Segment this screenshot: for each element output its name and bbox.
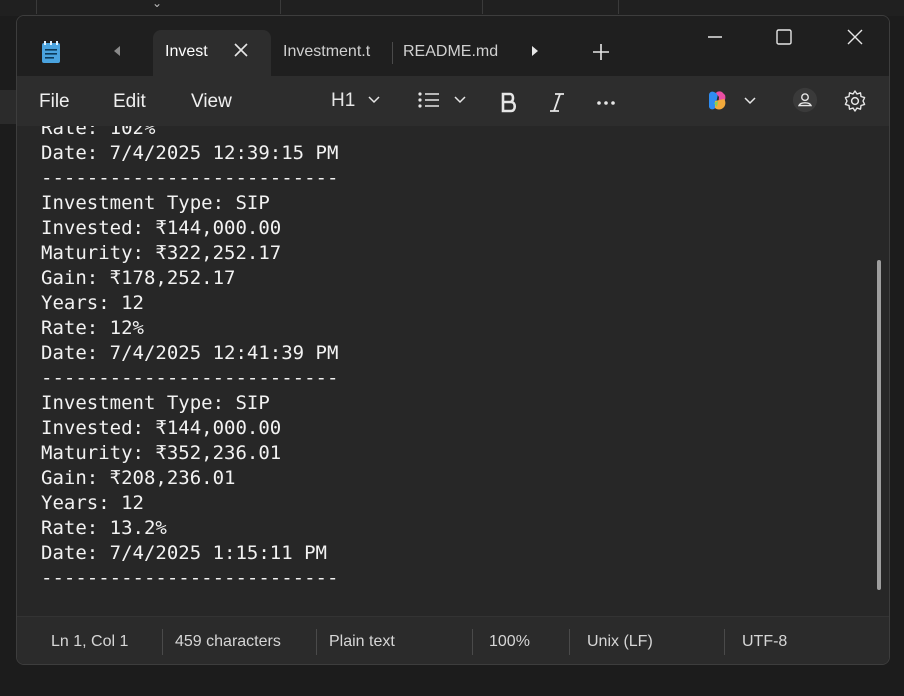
text-line: -------------------------- bbox=[41, 567, 339, 589]
bold-icon[interactable] bbox=[499, 90, 519, 116]
bulleted-list-icon bbox=[418, 92, 439, 108]
text-line: Years: 12 bbox=[41, 292, 144, 314]
text-line: Invested: ₹144,000.00 bbox=[41, 417, 282, 439]
text-line: Date: 7/4/2025 1:15:11 PM bbox=[41, 542, 327, 564]
text-editor[interactable]: Rate: 102% Date: 7/4/2025 12:39:15 PM ----… bbox=[17, 126, 889, 616]
status-character-count: 459 characters bbox=[175, 633, 281, 650]
menu-file[interactable]: File bbox=[39, 91, 70, 113]
scroll-tabs-left-button[interactable] bbox=[107, 43, 127, 63]
triangle-left-icon bbox=[114, 46, 120, 56]
background-window-edge bbox=[0, 90, 16, 124]
background-taskbar-strip: ⌄ bbox=[0, 0, 904, 16]
text-line: Years: 12 bbox=[41, 492, 144, 514]
text-line: Gain: ₹178,252.17 bbox=[41, 267, 236, 289]
status-divider bbox=[162, 629, 163, 655]
triangle-right-icon bbox=[532, 46, 538, 56]
copilot-icon bbox=[709, 91, 726, 110]
text-line: Rate: 12% bbox=[41, 317, 144, 339]
status-encoding[interactable]: UTF-8 bbox=[742, 633, 787, 651]
status-cursor-position[interactable]: Ln 1, Col 1 bbox=[51, 633, 128, 651]
editor-content[interactable]: Rate: 102% Date: 7/4/2025 12:39:15 PM ----… bbox=[41, 126, 338, 591]
text-line: -------------------------- bbox=[41, 367, 339, 389]
plus-icon[interactable] bbox=[590, 41, 612, 63]
tab-readme[interactable]: README.md bbox=[403, 43, 498, 61]
text-line: Invested: ₹144,000.00 bbox=[41, 217, 282, 239]
heading-label: H1 bbox=[331, 90, 356, 111]
notepad-app-icon bbox=[42, 41, 60, 63]
status-bar: Ln 1, Col 1 459 characters Plain text 10… bbox=[17, 616, 889, 664]
account-icon[interactable] bbox=[791, 87, 819, 113]
text-line: Gain: ₹208,236.01 bbox=[41, 467, 236, 489]
tab-investment[interactable]: Investment.t bbox=[283, 43, 387, 61]
menu-edit[interactable]: Edit bbox=[113, 91, 146, 113]
minimize-icon[interactable] bbox=[703, 26, 727, 48]
text-line: Date: 7/4/2025 12:39:15 PM bbox=[41, 142, 339, 164]
status-zoom[interactable]: 100% bbox=[489, 633, 530, 651]
status-divider bbox=[316, 629, 317, 655]
text-line: Rate: 102% bbox=[41, 126, 156, 139]
heading-dropdown[interactable]: H1 bbox=[331, 88, 387, 114]
maximize-icon[interactable] bbox=[772, 26, 796, 48]
vertical-scrollbar[interactable] bbox=[877, 260, 881, 590]
status-divider bbox=[569, 629, 570, 655]
background-divider bbox=[618, 0, 619, 14]
text-line: -------------------------- bbox=[41, 167, 339, 189]
close-window-icon[interactable] bbox=[843, 26, 867, 48]
text-line: Maturity: ₹352,236.01 bbox=[41, 442, 282, 464]
italic-icon[interactable] bbox=[547, 90, 567, 116]
status-format[interactable]: Plain text bbox=[329, 633, 395, 651]
text-line: Investment Type: SIP bbox=[41, 392, 270, 414]
text-line: Maturity: ₹322,252.17 bbox=[41, 242, 282, 264]
status-divider bbox=[472, 629, 473, 655]
tab-divider bbox=[392, 42, 393, 64]
close-tab-icon[interactable] bbox=[229, 38, 253, 62]
copilot-dropdown[interactable] bbox=[705, 88, 757, 114]
text-line: Rate: 13.2% bbox=[41, 517, 167, 539]
background-divider bbox=[36, 0, 37, 14]
status-line-ending[interactable]: Unix (LF) bbox=[587, 633, 653, 651]
menu-bar: File Edit View H1 bbox=[17, 76, 889, 126]
notepad-window: Invest Investment.t README.md File Edit … bbox=[16, 15, 890, 665]
background-divider bbox=[482, 0, 483, 14]
chevron-down-icon bbox=[368, 96, 380, 104]
status-divider bbox=[724, 629, 725, 655]
chevron-down-icon: ⌄ bbox=[152, 0, 163, 10]
chevron-down-icon bbox=[454, 96, 466, 104]
title-bar: Invest Investment.t README.md bbox=[17, 16, 889, 76]
chevron-down-icon bbox=[744, 97, 756, 105]
tab-label: Invest bbox=[165, 43, 208, 60]
more-options-icon[interactable] bbox=[595, 90, 617, 116]
menu-view[interactable]: View bbox=[191, 91, 232, 113]
tab-active[interactable]: Invest bbox=[153, 30, 271, 76]
background-divider bbox=[280, 0, 281, 14]
gear-icon[interactable] bbox=[843, 88, 867, 114]
text-line: Investment Type: SIP bbox=[41, 192, 270, 214]
list-dropdown[interactable] bbox=[417, 88, 469, 114]
scroll-tabs-right-button[interactable] bbox=[525, 43, 545, 63]
text-line: Date: 7/4/2025 12:41:39 PM bbox=[41, 342, 339, 364]
